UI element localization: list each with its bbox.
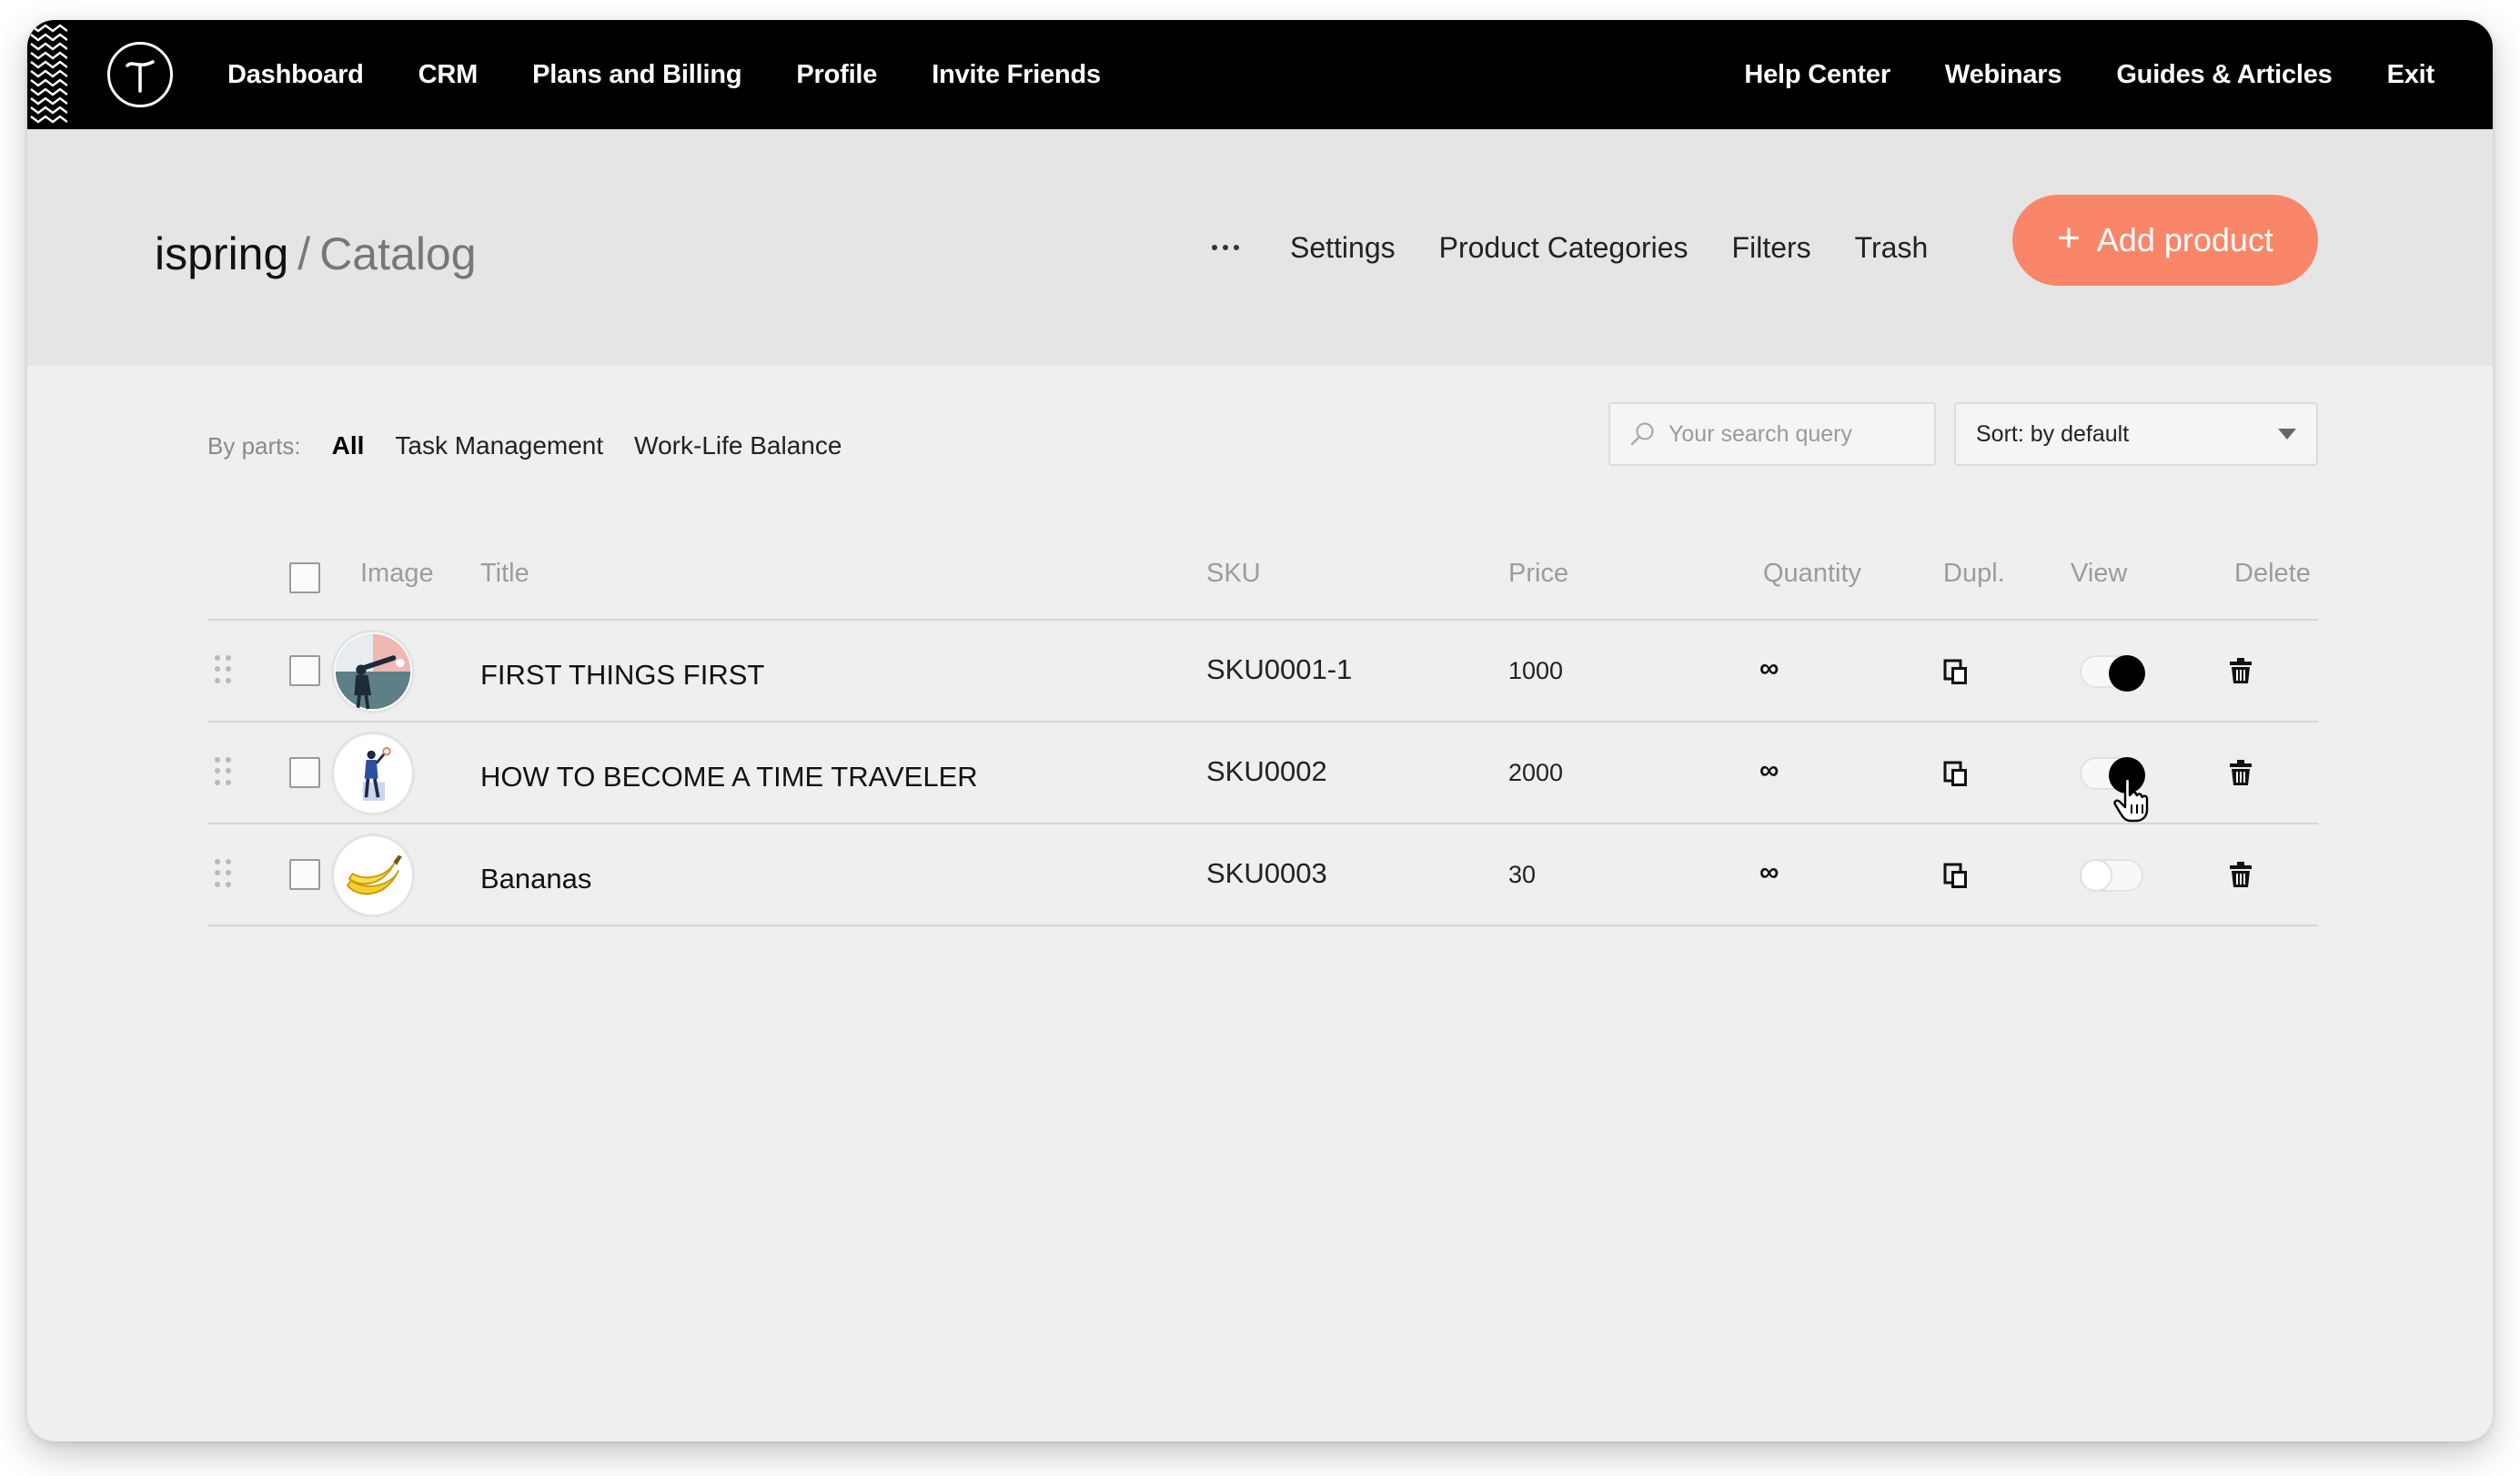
duplicate-icon[interactable] bbox=[1943, 863, 1969, 890]
trash-icon[interactable] bbox=[2229, 759, 2253, 786]
app-window: Dashboard CRM Plans and Billing Profile … bbox=[27, 20, 2493, 1441]
product-price: 1000 bbox=[1508, 657, 1564, 684]
breadcrumb-separator: / bbox=[297, 228, 311, 279]
products-table: Image Title SKU Price Quantity Dupl. Vie… bbox=[207, 530, 2318, 926]
tilda-logo-icon[interactable] bbox=[107, 42, 173, 107]
product-title[interactable]: FIRST THINGS FIRST bbox=[480, 659, 764, 692]
product-title[interactable]: HOW TO BECOME A TIME TRAVELER bbox=[480, 761, 978, 794]
parts-filter: By parts: All Task Management Work-Life … bbox=[207, 431, 842, 460]
duplicate-icon[interactable] bbox=[1943, 659, 1969, 686]
table-row: Bananas SKU0003 30 ∞ bbox=[207, 824, 2318, 926]
sort-select[interactable]: Sort: by default bbox=[1954, 402, 2318, 466]
breadcrumb: ispring / Catalog bbox=[155, 227, 477, 280]
chevron-down-icon bbox=[2278, 429, 2296, 440]
product-quantity: ∞ bbox=[1759, 653, 1779, 683]
product-sku: SKU0003 bbox=[1206, 857, 1327, 889]
product-price: 30 bbox=[1508, 861, 1537, 888]
banana-icon[interactable] bbox=[331, 834, 415, 917]
nav-crm[interactable]: CRM bbox=[418, 60, 479, 90]
hand-cursor-icon bbox=[2113, 777, 2149, 823]
nav-help-center[interactable]: Help Center bbox=[1744, 60, 1890, 90]
column-delete: Delete bbox=[2234, 559, 2311, 588]
menu-filters[interactable]: Filters bbox=[1732, 231, 1811, 265]
nav-guides-articles[interactable]: Guides & Articles bbox=[2116, 60, 2332, 90]
table-row: HOW TO BECOME A TIME TRAVELER SKU0002 20… bbox=[207, 723, 2318, 824]
trash-icon[interactable] bbox=[2229, 657, 2253, 684]
time-traveler-icon[interactable] bbox=[331, 732, 415, 815]
search-icon bbox=[1630, 422, 1654, 446]
nav-primary: Dashboard CRM Plans and Billing Profile … bbox=[227, 20, 1101, 129]
nav-webinars[interactable]: Webinars bbox=[1945, 60, 2062, 90]
page-header: ispring / Catalog Settings Product Categ… bbox=[27, 129, 2493, 366]
column-sku: SKU bbox=[1206, 559, 1261, 588]
nav-dashboard[interactable]: Dashboard bbox=[227, 60, 364, 90]
add-product-button[interactable]: + Add product bbox=[2012, 195, 2318, 286]
product-title[interactable]: Bananas bbox=[480, 863, 591, 895]
menu-product-categories[interactable]: Product Categories bbox=[1439, 231, 1688, 265]
nav-invite-friends[interactable]: Invite Friends bbox=[932, 60, 1101, 90]
zigzag-decoration-icon bbox=[30, 24, 67, 124]
column-image: Image bbox=[360, 559, 434, 588]
menu-settings[interactable]: Settings bbox=[1290, 231, 1396, 265]
search-input[interactable] bbox=[1668, 420, 1932, 448]
product-sku: SKU0002 bbox=[1206, 755, 1327, 787]
toggle-knob bbox=[2080, 859, 2112, 892]
filter-label: By parts: bbox=[207, 432, 301, 460]
column-view: View bbox=[2071, 559, 2128, 588]
column-quantity: Quantity bbox=[1763, 559, 1861, 588]
drag-handle-icon[interactable] bbox=[215, 859, 231, 888]
column-duplicate: Dupl. bbox=[1943, 559, 2005, 588]
catalog-menu: Settings Product Categories Filters Tras… bbox=[1212, 129, 1928, 366]
plus-icon: + bbox=[2057, 216, 2081, 260]
column-title: Title bbox=[480, 559, 529, 588]
filter-task-management[interactable]: Task Management bbox=[395, 431, 603, 460]
add-product-label: Add product bbox=[2096, 221, 2273, 258]
filter-all[interactable]: All bbox=[332, 431, 365, 460]
product-quantity: ∞ bbox=[1759, 857, 1779, 887]
table-header: Image Title SKU Price Quantity Dupl. Vie… bbox=[207, 530, 2318, 621]
sort-label: Sort: by default bbox=[1976, 420, 2130, 447]
toggle-knob bbox=[2109, 655, 2145, 692]
row-checkbox[interactable] bbox=[289, 655, 320, 686]
trash-icon[interactable] bbox=[2229, 861, 2253, 888]
table-row: FIRST THINGS FIRST SKU0001-1 1000 ∞ bbox=[207, 621, 2318, 723]
page-title: Catalog bbox=[319, 228, 477, 279]
more-options-icon[interactable] bbox=[1212, 245, 1239, 250]
product-quantity: ∞ bbox=[1759, 755, 1779, 785]
telescope-person-icon[interactable] bbox=[331, 630, 415, 713]
breadcrumb-project[interactable]: ispring bbox=[155, 227, 288, 280]
view-toggle[interactable] bbox=[2080, 655, 2145, 692]
nav-exit[interactable]: Exit bbox=[2387, 60, 2435, 90]
nav-plans-and-billing[interactable]: Plans and Billing bbox=[532, 60, 741, 90]
row-checkbox[interactable] bbox=[289, 859, 320, 890]
column-price: Price bbox=[1508, 559, 1569, 588]
product-price: 2000 bbox=[1508, 759, 1564, 786]
nav-secondary: Help Center Webinars Guides & Articles E… bbox=[1744, 20, 2434, 129]
row-checkbox[interactable] bbox=[289, 757, 320, 788]
select-all-checkbox[interactable] bbox=[289, 562, 320, 593]
top-navigation: Dashboard CRM Plans and Billing Profile … bbox=[27, 20, 2493, 129]
drag-handle-icon[interactable] bbox=[215, 757, 231, 786]
drag-handle-icon[interactable] bbox=[215, 655, 231, 684]
filter-work-life-balance[interactable]: Work-Life Balance bbox=[634, 431, 842, 460]
view-toggle[interactable] bbox=[2080, 859, 2143, 892]
product-sku: SKU0001-1 bbox=[1206, 653, 1353, 685]
search-box bbox=[1608, 402, 1936, 466]
nav-profile[interactable]: Profile bbox=[796, 60, 877, 90]
menu-trash[interactable]: Trash bbox=[1855, 231, 1929, 265]
duplicate-icon[interactable] bbox=[1943, 761, 1969, 788]
